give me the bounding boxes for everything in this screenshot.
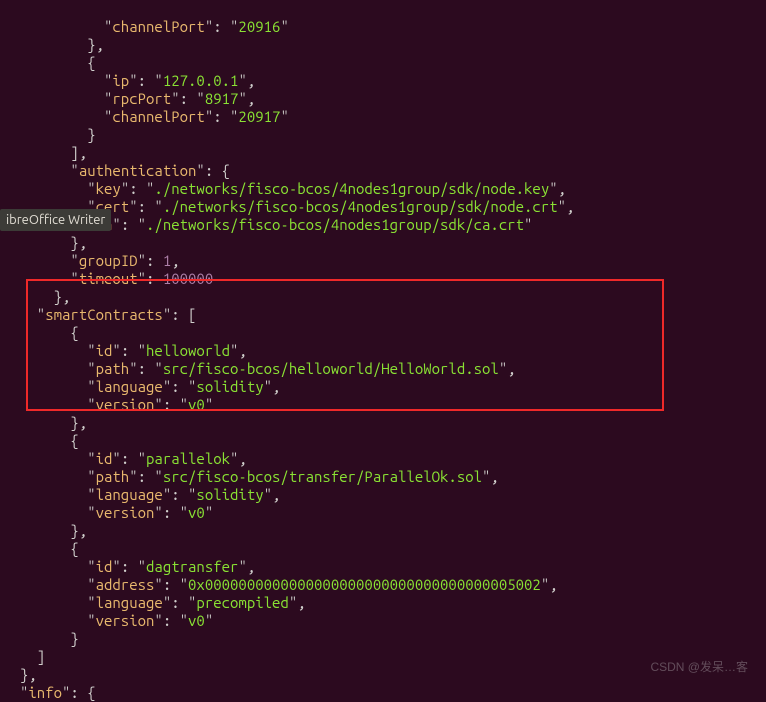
json-key: smartContracts	[45, 306, 163, 323]
taskbar-tooltip: ibreOffice Writer	[0, 209, 111, 231]
json-key: address	[96, 576, 155, 593]
watermark: CSDN @发呆…客	[650, 658, 748, 676]
json-value: 127.0.0.1	[163, 72, 239, 89]
json-value: dagtransfer	[146, 558, 238, 575]
json-value: src/fisco-bcos/helloworld/HelloWorld.sol	[163, 360, 499, 377]
json-value: solidity	[196, 486, 263, 503]
json-value: v0	[188, 612, 205, 629]
json-value: 0x00000000000000000000000000000000000050…	[188, 576, 541, 593]
json-key: key	[96, 180, 121, 197]
json-key: version	[96, 612, 155, 629]
json-value: solidity	[196, 378, 263, 395]
json-key: channelPort	[112, 108, 204, 125]
json-value: ./networks/fisco-bcos/4nodes1group/sdk/n…	[163, 198, 558, 215]
json-value: v0	[188, 396, 205, 413]
json-key: language	[96, 594, 163, 611]
json-key: language	[96, 378, 163, 395]
json-value: 20916	[238, 18, 280, 35]
json-key: id	[96, 558, 113, 575]
json-value: 100000	[163, 270, 213, 287]
json-key: authentication	[79, 162, 197, 179]
json-key: ip	[112, 72, 129, 89]
json-value: parallelok	[146, 450, 230, 467]
json-value: 20917	[238, 108, 280, 125]
json-value: 1	[163, 252, 171, 269]
json-value: src/fisco-bcos/transfer/ParallelOk.sol	[163, 468, 482, 485]
json-key: groupID	[79, 252, 138, 269]
json-key: timeout	[79, 270, 138, 287]
json-key: version	[96, 396, 155, 413]
json-key: id	[96, 450, 113, 467]
json-value: precompiled	[196, 594, 288, 611]
json-key: path	[96, 360, 130, 377]
json-value: v0	[188, 504, 205, 521]
json-key: version	[96, 504, 155, 521]
json-key: path	[96, 468, 130, 485]
json-value: ./networks/fisco-bcos/4nodes1group/sdk/n…	[154, 180, 549, 197]
json-key: id	[96, 342, 113, 359]
json-key: rpcPort	[112, 90, 171, 107]
json-key: language	[96, 486, 163, 503]
code-editor[interactable]: "channelPort": "20916" }, { "ip": "127.0…	[0, 0, 766, 702]
json-key: info	[28, 684, 62, 701]
json-key: channelPort	[112, 18, 204, 35]
json-value: 8917	[205, 90, 239, 107]
json-value: ./networks/fisco-bcos/4nodes1group/sdk/c…	[146, 216, 524, 233]
json-value: helloworld	[146, 342, 230, 359]
